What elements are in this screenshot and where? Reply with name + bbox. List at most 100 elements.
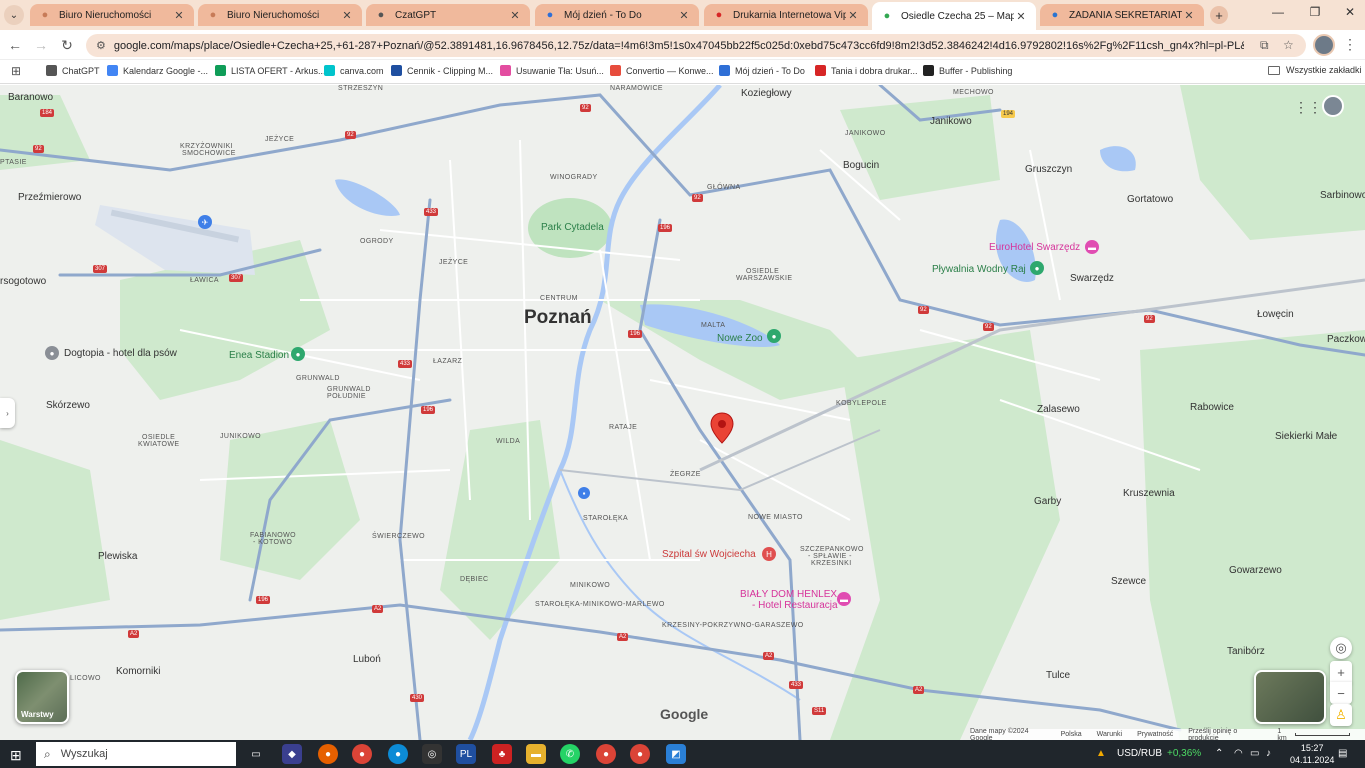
bookmark-item[interactable]: Usuwanie Tła: Usuń...: [500, 65, 604, 76]
layers-button[interactable]: Warstwy: [15, 670, 69, 724]
ticker-label[interactable]: USD/RUB: [1117, 748, 1162, 759]
minimize-icon[interactable]: —: [1268, 5, 1288, 19]
windows-start-icon[interactable]: ⊞: [10, 747, 22, 764]
browser-tab[interactable]: ● Osiedle Czecha 25 – Mapy Goo✕: [872, 2, 1036, 30]
pegman-icon[interactable]: ♙: [1330, 704, 1352, 726]
shopping-icon[interactable]: ▪: [578, 487, 590, 499]
location-pin-icon[interactable]: [710, 412, 734, 444]
close-tab-icon[interactable]: ✕: [1014, 10, 1028, 23]
place-label[interactable]: Garby: [1034, 496, 1061, 507]
app-icon[interactable]: ♣: [492, 744, 512, 764]
place-label[interactable]: Zalasewo: [1037, 404, 1080, 415]
hotel-label[interactable]: EuroHotel Swarzędz: [989, 242, 1080, 253]
edge-icon[interactable]: ●: [388, 744, 408, 764]
place-label[interactable]: rsogotowo: [0, 276, 46, 287]
close-tab-icon[interactable]: ✕: [508, 9, 522, 22]
taskbar-search[interactable]: ⌕ Wyszukaj: [36, 742, 236, 766]
place-label[interactable]: Paczkowo: [1327, 334, 1365, 345]
profile-avatar[interactable]: [1313, 34, 1335, 56]
bookmark-item[interactable]: Kalendarz Google -...: [107, 65, 208, 76]
currency-widget-icon[interactable]: ▲: [1096, 748, 1106, 759]
tray-overflow-icon[interactable]: ⌃: [1215, 748, 1223, 759]
bookmark-star-icon[interactable]: ☆: [1283, 38, 1294, 52]
tab-search-menu-button[interactable]: ⌄: [4, 5, 24, 25]
bookmark-item[interactable]: ChatGPT: [46, 65, 100, 76]
app-icon[interactable]: ◎: [422, 744, 442, 764]
install-app-icon[interactable]: ⧉: [1260, 38, 1269, 53]
hotel-label[interactable]: BIAŁY DOM HENLEX: [740, 589, 837, 600]
all-bookmarks-button[interactable]: Wszystkie zakładki: [1268, 65, 1362, 75]
bookmark-item[interactable]: LISTA OFERT - Arkus...: [215, 65, 326, 76]
close-tab-icon[interactable]: ✕: [846, 9, 860, 22]
place-label[interactable]: Szewce: [1111, 576, 1146, 587]
place-label[interactable]: Bogucin: [843, 160, 879, 171]
bookmark-item[interactable]: Convertio — Konwe...: [610, 65, 714, 76]
task-view-icon[interactable]: ▭: [246, 744, 266, 764]
poi-label[interactable]: Nowe Zoo: [717, 333, 763, 344]
place-label[interactable]: Plewiska: [98, 551, 137, 562]
back-icon[interactable]: ←: [6, 37, 24, 53]
browser-tab[interactable]: ● ZADANIA SEKRETARIAT | Trello✕: [1040, 4, 1204, 26]
app-icon[interactable]: ◆: [282, 744, 302, 764]
map-canvas[interactable]: Baranowo Przeźmierowo rsogotowo Skórzewo Ple…: [0, 85, 1365, 740]
country-link[interactable]: Polska: [1061, 731, 1082, 738]
poi-label[interactable]: Pływalnia Wodny Raj: [932, 264, 1026, 275]
bookmark-item[interactable]: Tania i dobra drukar...: [815, 65, 918, 76]
my-location-icon[interactable]: ◎: [1330, 637, 1352, 659]
maximize-icon[interactable]: ❐: [1305, 5, 1325, 19]
browser-tab[interactable]: ● Biuro Nieruchomości ✕: [198, 4, 362, 26]
place-label[interactable]: Tulce: [1046, 670, 1070, 681]
taskbar-clock[interactable]: 15:27 04.11.2024: [1290, 742, 1334, 766]
reload-icon[interactable]: ↻: [58, 37, 76, 54]
poi-label[interactable]: Park Cytadela: [541, 222, 604, 233]
street-view-thumbnail[interactable]: [1254, 670, 1326, 724]
language-app-icon[interactable]: PL: [456, 744, 476, 764]
close-tab-icon[interactable]: ✕: [677, 9, 691, 22]
close-tab-icon[interactable]: ✕: [340, 9, 354, 22]
place-label[interactable]: Luboń: [353, 654, 381, 665]
bookmark-item[interactable]: canva.com: [324, 65, 384, 76]
expand-sidebar-button[interactable]: ›: [0, 398, 15, 428]
account-avatar[interactable]: [1322, 95, 1344, 117]
hotel-label[interactable]: - Hotel Restauracja: [752, 600, 838, 611]
hospital-label[interactable]: Szpital św Wojciecha: [662, 549, 756, 560]
place-label[interactable]: Gowarzewo: [1229, 565, 1282, 576]
swimming-pool-icon[interactable]: ●: [1030, 261, 1044, 275]
browser-tab[interactable]: ● Drukarnia Internetowa ViperPri✕: [704, 4, 868, 26]
chrome-icon[interactable]: ●: [596, 744, 616, 764]
scale-label[interactable]: 1 km: [1277, 728, 1291, 741]
notifications-icon[interactable]: ▤: [1338, 748, 1347, 759]
bookmark-item[interactable]: Buffer - Publishing: [923, 65, 1012, 76]
chrome-icon[interactable]: ●: [630, 744, 650, 764]
terms-link[interactable]: Warunki: [1097, 731, 1122, 738]
browser-tab[interactable]: ● Mój dzień - To Do ✕: [535, 4, 699, 26]
pet-hotel-icon[interactable]: ●: [45, 346, 59, 360]
place-label[interactable]: Gruszczyn: [1025, 164, 1072, 175]
new-tab-button[interactable]: +: [1210, 6, 1228, 24]
file-explorer-icon[interactable]: ▬: [526, 744, 546, 764]
place-label[interactable]: Sarbinowo: [1320, 190, 1365, 201]
close-tab-icon[interactable]: ✕: [172, 9, 186, 22]
site-info-icon[interactable]: ⚙: [96, 39, 106, 52]
place-label[interactable]: Gortatowo: [1127, 194, 1173, 205]
bookmark-item[interactable]: Mój dzień - To Do: [719, 65, 805, 76]
volume-icon[interactable]: ♪: [1266, 748, 1271, 759]
place-label[interactable]: Rabowice: [1190, 402, 1234, 413]
apps-grid-icon[interactable]: ⊞: [11, 64, 21, 78]
place-label[interactable]: Janikowo: [930, 116, 972, 127]
forward-icon[interactable]: →: [32, 37, 50, 53]
address-bar[interactable]: ⚙ google.com/maps/place/Osiedle+Czecha+2…: [86, 34, 1306, 57]
place-label[interactable]: Swarzędz: [1070, 273, 1114, 284]
close-tab-icon[interactable]: ✕: [1182, 9, 1196, 22]
browser-tab[interactable]: ● CzatGPT ✕: [366, 4, 530, 26]
network-icon[interactable]: ◠: [1234, 748, 1243, 759]
zoom-out-button[interactable]: −: [1330, 682, 1352, 704]
whatsapp-icon[interactable]: ✆: [560, 744, 580, 764]
place-label[interactable]: Komorniki: [116, 666, 160, 677]
bookmark-item[interactable]: Cennik - Clipping M...: [391, 65, 493, 76]
privacy-link[interactable]: Prywatność: [1137, 731, 1173, 738]
airport-icon[interactable]: ✈: [198, 215, 212, 229]
place-label[interactable]: Baranowo: [8, 92, 53, 103]
close-window-icon[interactable]: ✕: [1340, 5, 1360, 19]
place-label[interactable]: Koziegłowy: [741, 88, 792, 99]
